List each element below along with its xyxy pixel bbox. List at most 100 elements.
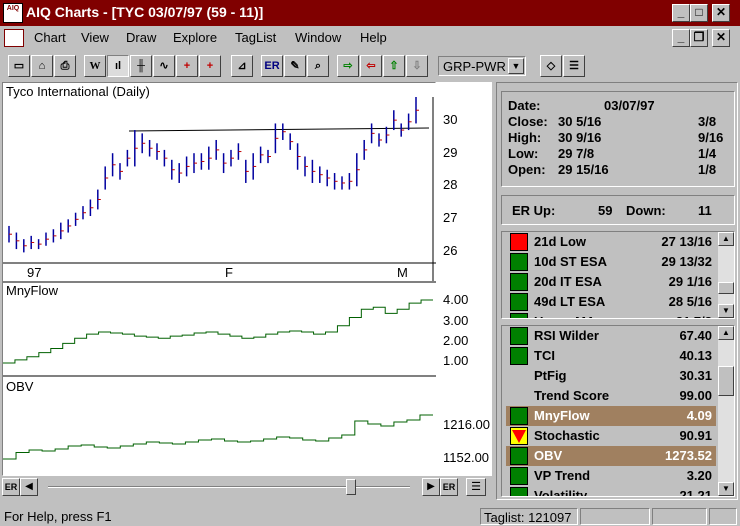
obv-line <box>3 414 433 460</box>
indicators-scroll-thumb[interactable] <box>718 366 734 396</box>
signal-name: Upper MA <box>534 314 595 318</box>
bar-marks-icon[interactable]: + <box>199 55 221 77</box>
er-box: ER Up: 59 Down: 11 <box>501 195 735 225</box>
indicator-value: 3.20 <box>686 468 712 483</box>
scroll-down-icon[interactable]: ▼ <box>718 304 734 318</box>
scroll-down-icon[interactable]: ▼ <box>718 482 734 496</box>
chart-scroll: ER ◀ ▶ ER ☰ <box>2 478 492 498</box>
child-app-icon[interactable] <box>4 29 24 47</box>
signals-list[interactable]: 21d Low 27 13/16 10d ST ESA 29 13/32 20d IT … <box>501 231 735 319</box>
signals-scroll-thumb[interactable] <box>718 282 734 294</box>
quote-box: Date: 03/07/97 Close: 30 5/16 3/8 High: … <box>501 91 735 187</box>
indicator-name: MnyFlow <box>534 408 590 423</box>
low-label: Low: <box>508 146 539 161</box>
menu-view[interactable]: View <box>81 30 109 45</box>
chart-icon[interactable]: ▭ <box>8 55 30 77</box>
signal-row[interactable]: 49d LT ESA 28 5/16 <box>506 292 716 312</box>
indicator-row[interactable]: MnyFlow 4.09 <box>506 406 716 426</box>
signal-status-indicator <box>510 233 528 251</box>
indicator-name: OBV <box>534 448 563 463</box>
prev-ticker-icon[interactable]: ⇦ <box>360 55 382 77</box>
menu-window[interactable]: Window <box>295 30 341 45</box>
obv-tick: 1216.00 <box>443 417 490 432</box>
scroll-right-icon[interactable]: ▶ <box>422 478 440 496</box>
print-icon[interactable]: ⎙ <box>54 55 76 77</box>
chart-canvas[interactable]: 97 F M MnyFlow OBV <box>3 83 437 477</box>
maximize-button[interactable]: □ <box>690 4 708 22</box>
signal-value: 29 13/32 <box>661 254 712 269</box>
next-ticker-icon[interactable]: ⇨ <box>337 55 359 77</box>
weekly-icon[interactable]: W <box>84 55 106 77</box>
open-label: Open: <box>508 162 546 177</box>
indicator-row[interactable]: VP Trend 3.20 <box>506 466 716 486</box>
indicators-list[interactable]: RSI Wilder 67.40 TCI 40.13 PtFig 30.31 Trend S… <box>501 325 735 497</box>
signal-row[interactable]: 20d IT ESA 29 1/16 <box>506 272 716 292</box>
indicator-name: RSI Wilder <box>534 328 599 343</box>
child-minimize-button[interactable]: _ <box>672 29 690 47</box>
indicator-row[interactable]: PtFig 30.31 <box>506 366 716 386</box>
er-up-value: 59 <box>598 203 613 218</box>
open-value: 29 15/16 <box>558 162 609 177</box>
open-change: 1/8 <box>698 162 717 177</box>
signal-value: 27 13/16 <box>661 234 712 249</box>
list-icon[interactable]: ☰ <box>563 55 585 77</box>
signal-row[interactable]: 21d Low 27 13/16 <box>506 232 716 252</box>
menu-draw[interactable]: Draw <box>126 30 156 45</box>
indicator-row[interactable]: Volatility 21.21 <box>506 486 716 496</box>
price-tick: 27 <box>443 210 458 225</box>
indicator-status-indicator <box>510 447 528 465</box>
scroll-thumb[interactable] <box>346 479 356 495</box>
child-restore-button[interactable]: ❐ <box>690 29 708 47</box>
price-tick: 26 <box>443 243 458 258</box>
signals-scroll-track[interactable] <box>718 246 734 304</box>
menu-help[interactable]: Help <box>360 30 387 45</box>
price-tick: 28 <box>443 177 458 192</box>
low-value: 29 7/8 <box>558 146 595 161</box>
app-icon[interactable]: AIQ <box>3 3 23 23</box>
indicator-row[interactable]: RSI Wilder 67.40 <box>506 326 716 346</box>
indicator-row[interactable]: TCI 40.13 <box>506 346 716 366</box>
indicator-row[interactable]: OBV 1273.52 <box>506 446 716 466</box>
title-bar: AIQ AIQ Charts - [TYC 03/07/97 (59 - 11)… <box>0 0 740 26</box>
scroll-left-icon[interactable]: ◀ <box>20 478 38 496</box>
scroll-up-icon[interactable]: ▲ <box>718 232 734 246</box>
close-button[interactable]: ✕ <box>712 4 730 22</box>
minimize-button[interactable]: _ <box>672 4 690 22</box>
scroll-up-icon[interactable]: ▲ <box>718 326 734 340</box>
indicators-scroll-track[interactable] <box>718 340 734 482</box>
indicator-value: 40.13 <box>679 348 712 363</box>
menu-chart[interactable]: Chart <box>34 30 66 45</box>
candle-icon[interactable]: ╫ <box>130 55 152 77</box>
trendline-icon[interactable]: ⊿ <box>231 55 253 77</box>
er-left-button[interactable]: ER <box>2 478 20 496</box>
indicator-status-indicator <box>510 467 528 485</box>
pnf-icon[interactable]: + <box>176 55 198 77</box>
menu-taglist[interactable]: TagList <box>235 30 276 45</box>
up-ticker-icon[interactable]: ⇧ <box>383 55 405 77</box>
indicator-status-indicator <box>510 347 528 365</box>
signal-row[interactable]: 10d ST ESA 29 13/32 <box>506 252 716 272</box>
er-right-button[interactable]: ER <box>440 478 458 496</box>
bank-icon[interactable]: ⌂ <box>31 55 53 77</box>
indicator-value: 4.09 <box>686 408 712 423</box>
signal-name: 21d Low <box>534 234 587 249</box>
chevron-down-icon[interactable]: ▼ <box>508 58 524 74</box>
tag-icon[interactable]: ◇ <box>540 55 562 77</box>
menu-explore[interactable]: Explore <box>173 30 217 45</box>
signal-row[interactable]: Upper MA 31 7/8 <box>506 312 716 318</box>
window-title: AIQ Charts - [TYC 03/07/97 (59 - 11)] <box>26 4 264 20</box>
zoom-icon[interactable]: ⌕ <box>307 55 329 77</box>
child-close-button[interactable]: ✕ <box>712 29 730 47</box>
bar-chart-icon[interactable]: ıl <box>107 55 129 77</box>
indicator-value: 67.40 <box>679 328 712 343</box>
line-chart-icon[interactable]: ∿ <box>153 55 175 77</box>
group-select[interactable]: GRP-PWR ▼ <box>438 56 526 76</box>
er-icon[interactable]: ER <box>261 55 283 77</box>
indicator-row[interactable]: Trend Score 99.00 <box>506 386 716 406</box>
notes-icon[interactable]: ✎ <box>284 55 306 77</box>
list-icon[interactable]: ☰ <box>466 478 486 496</box>
indicator-row[interactable]: Stochastic 90.91 <box>506 426 716 446</box>
status-taglist-box: Taglist: 121097 <box>480 508 578 525</box>
down-ticker-icon[interactable]: ⇩ <box>406 55 428 77</box>
obv-tick: 1152.00 <box>443 450 490 465</box>
